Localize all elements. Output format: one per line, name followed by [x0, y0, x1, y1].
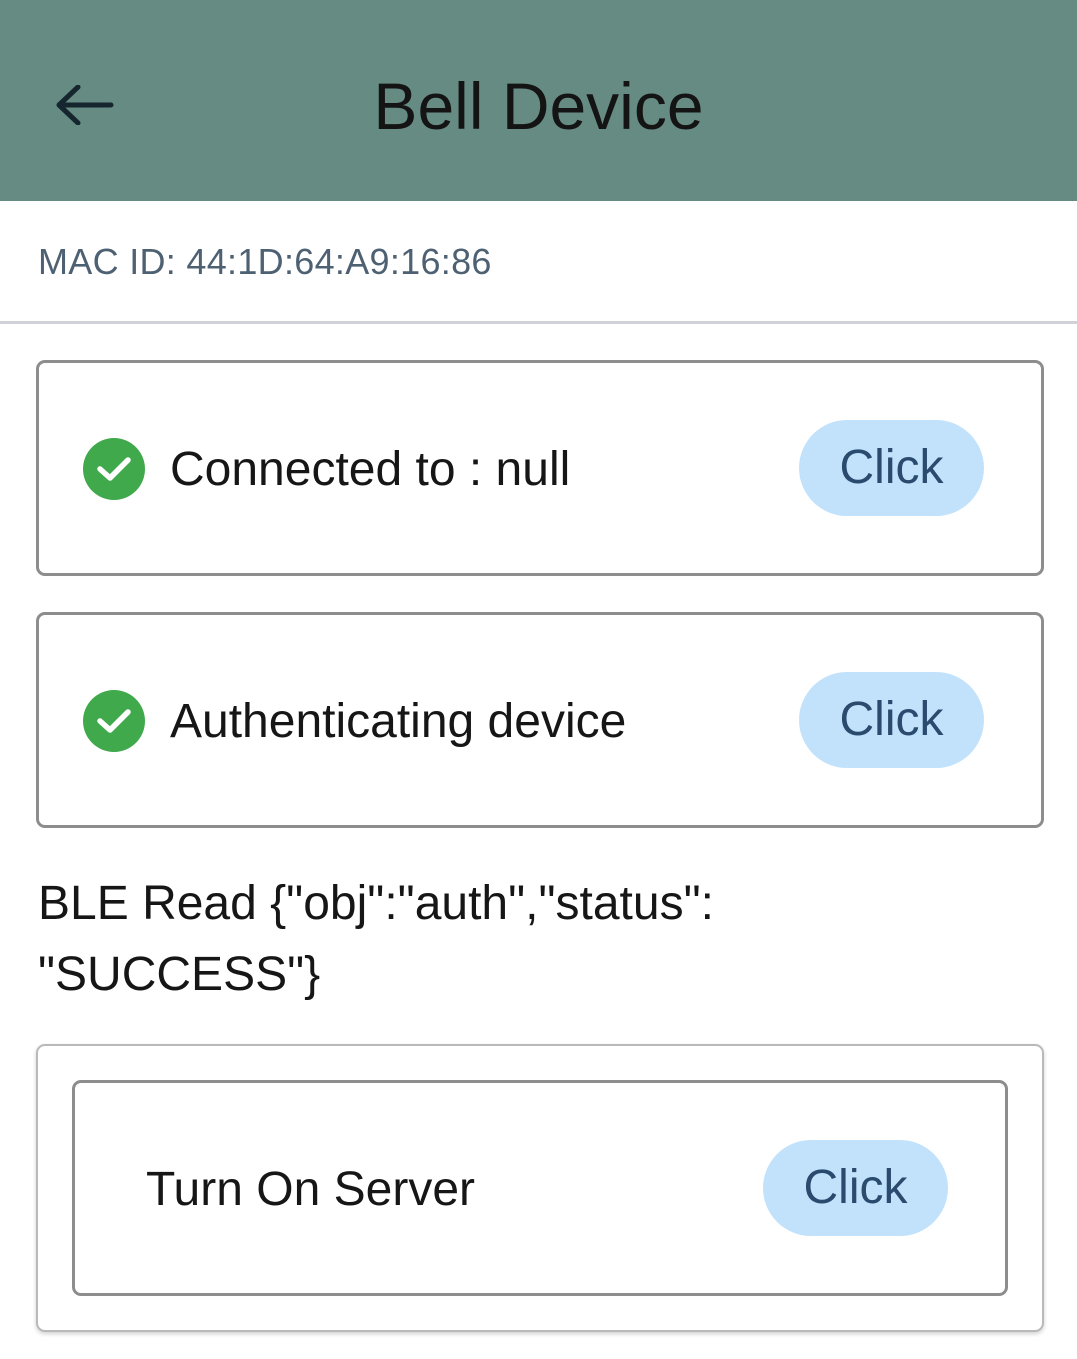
connect-click-button[interactable]: Click — [799, 420, 984, 516]
ble-read-line-1: BLE Read {"obj":"auth","status": — [38, 877, 714, 930]
mac-id-text: MAC ID: 44:1D:64:A9:16:86 — [38, 241, 492, 282]
connection-status-label: Connected to : null — [170, 443, 571, 496]
app-bar: Bell Device — [0, 0, 1077, 201]
server-click-button[interactable]: Click — [763, 1140, 948, 1236]
authenticate-click-button[interactable]: Click — [799, 672, 984, 768]
ble-read-line-2: "SUCCESS"} — [38, 948, 321, 1001]
ble-read-output: BLE Read {"obj":"auth","status": "SUCCES… — [38, 868, 1038, 1010]
check-circle-icon — [83, 690, 145, 752]
check-circle-icon — [83, 438, 145, 500]
authentication-status-label: Authenticating device — [170, 695, 627, 748]
server-label: Turn On Server — [146, 1163, 475, 1216]
page-title: Bell Device — [373, 69, 704, 143]
